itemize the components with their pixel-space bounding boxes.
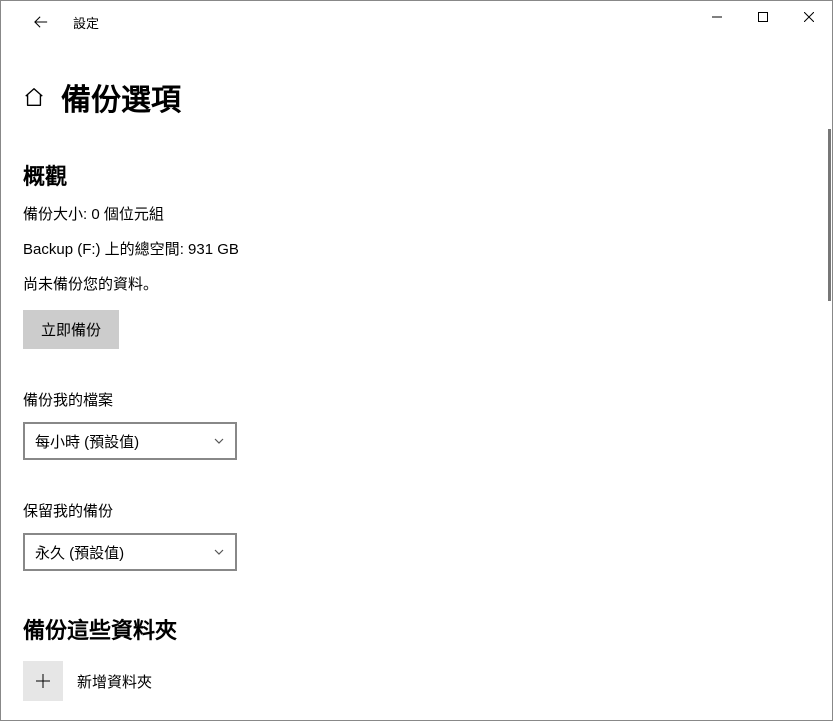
overview-title: 概觀 (23, 159, 810, 191)
minimize-icon (712, 12, 722, 22)
total-space-text: Backup (F:) 上的總空間: 931 GB (23, 238, 810, 259)
add-folder-plus-box (23, 661, 63, 701)
backup-size-text: 備份大小: 0 個位元組 (23, 203, 810, 224)
minimize-button[interactable] (694, 1, 740, 33)
window-controls (694, 1, 832, 33)
chevron-down-icon (213, 435, 225, 447)
keep-backups-dropdown[interactable]: 永久 (預設值) (23, 533, 237, 571)
folders-title: 備份這些資料夾 (23, 613, 810, 645)
dropdown-selected: 永久 (預設值) (35, 542, 124, 563)
add-folder-button[interactable]: 新增資料夾 (23, 661, 810, 701)
content: 備份選項 概觀 備份大小: 0 個位元組 Backup (F:) 上的總空間: … (1, 43, 832, 720)
close-button[interactable] (786, 1, 832, 33)
titlebar-title: 設定 (73, 13, 99, 32)
backup-now-button[interactable]: 立即備份 (23, 310, 119, 349)
backup-files-label: 備份我的檔案 (23, 389, 810, 410)
maximize-icon (758, 12, 768, 22)
back-button[interactable] (21, 2, 61, 42)
backup-status-text: 尚未備份您的資料。 (23, 273, 810, 294)
chevron-down-icon (213, 546, 225, 558)
backup-files-group: 備份我的檔案 每小時 (預設值) (23, 389, 810, 460)
home-icon[interactable] (23, 86, 45, 108)
backup-folders-section: 備份這些資料夾 新增資料夾 (23, 613, 810, 701)
page-header: 備份選項 (23, 75, 810, 119)
maximize-button[interactable] (740, 1, 786, 33)
backup-frequency-dropdown[interactable]: 每小時 (預設值) (23, 422, 237, 460)
add-folder-label: 新增資料夾 (77, 671, 152, 692)
dropdown-selected: 每小時 (預設值) (35, 431, 139, 452)
arrow-left-icon (34, 15, 48, 29)
plus-icon (35, 673, 51, 689)
page-title: 備份選項 (61, 75, 181, 119)
scrollbar[interactable] (828, 129, 831, 301)
close-icon (804, 12, 814, 22)
keep-backups-label: 保留我的備份 (23, 500, 810, 521)
keep-backups-group: 保留我的備份 永久 (預設值) (23, 500, 810, 571)
titlebar: 設定 (1, 1, 832, 43)
